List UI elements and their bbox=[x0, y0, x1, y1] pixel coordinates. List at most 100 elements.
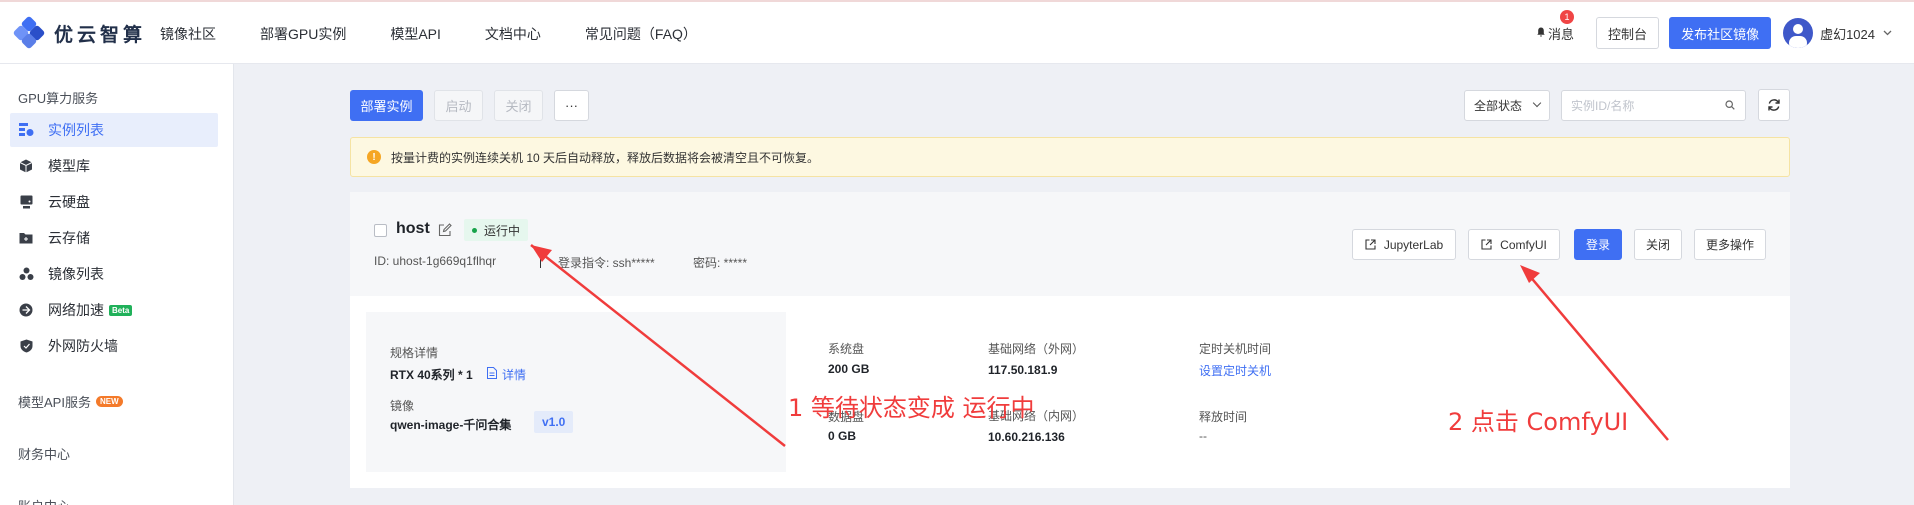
messages-label: 消息 bbox=[1548, 26, 1575, 42]
bell-icon bbox=[1537, 27, 1545, 40]
spec-value: RTX 40系列 * 1 bbox=[390, 368, 473, 382]
sidebar-item-label: 云存储 bbox=[48, 230, 90, 246]
password-field[interactable]: 密码: ***** bbox=[693, 254, 747, 271]
more-operations-button[interactable]: 更多操作 bbox=[1694, 229, 1766, 260]
nav-model-api[interactable]: 模型API bbox=[390, 24, 441, 44]
search-input[interactable] bbox=[1561, 90, 1746, 121]
search-icon[interactable] bbox=[1725, 100, 1735, 110]
instance-name: host bbox=[396, 220, 430, 237]
image-stack-icon bbox=[18, 266, 34, 282]
status-dot bbox=[472, 227, 477, 233]
instance-card-header: host 运行中 ID: uhost-1g669q1flhqr 登录指令: ss… bbox=[350, 192, 1790, 296]
console-button[interactable]: 控制台 bbox=[1596, 17, 1660, 49]
instance-card: host 运行中 ID: uhost-1g669q1flhqr 登录指令: ss… bbox=[350, 192, 1790, 488]
image-label: 镜像 bbox=[390, 399, 415, 413]
sidebar-item-label: 实例列表 bbox=[48, 122, 104, 138]
status-filter-select[interactable]: 全部状态 bbox=[1464, 90, 1550, 121]
external-link-icon bbox=[1365, 239, 1376, 250]
nav-deploy-gpu[interactable]: 部署GPU实例 bbox=[260, 24, 346, 44]
meta-divider bbox=[540, 254, 541, 268]
avatar bbox=[1783, 18, 1814, 48]
external-link-icon bbox=[1481, 239, 1492, 250]
image-version-badge: v1.0 bbox=[534, 411, 574, 433]
comfyui-button[interactable]: ComfyUI bbox=[1468, 229, 1560, 260]
private-ip-value[interactable]: 10.60.216.136 bbox=[988, 430, 1065, 444]
logo-cubes-icon bbox=[12, 15, 46, 50]
sidebar-item-label: 网络加速 bbox=[48, 302, 104, 318]
sidebar-group-label: 模型API服务 bbox=[18, 395, 91, 410]
model-cube-icon bbox=[18, 158, 34, 174]
document-icon bbox=[487, 367, 497, 379]
header-actions: 消息 1 控制台 发布社区镜像 虚幻1024 bbox=[1537, 9, 1892, 50]
system-disk-label: 系统盘 bbox=[828, 342, 865, 356]
nav-image-community[interactable]: 镜像社区 bbox=[160, 24, 216, 44]
spec-detail-link[interactable]: 详情 bbox=[502, 366, 526, 383]
warning-icon: ! bbox=[367, 150, 381, 164]
system-disk-value: 200 GB bbox=[828, 362, 870, 376]
instance-list-icon bbox=[18, 122, 34, 138]
status-filter-value: 全部状态 bbox=[1474, 99, 1523, 113]
brand-logo[interactable]: 优云智算 bbox=[12, 15, 146, 50]
sidebar-item-label: 镜像列表 bbox=[48, 266, 104, 282]
nav-docs[interactable]: 文档中心 bbox=[485, 24, 541, 44]
jupyterlab-button[interactable]: JupyterLab bbox=[1352, 229, 1456, 260]
shield-icon bbox=[18, 338, 34, 354]
sidebar-group-account[interactable]: 账户中心 bbox=[18, 496, 70, 505]
sidebar-group-model-api[interactable]: 模型API服务 NEW bbox=[18, 392, 123, 411]
beta-badge: Beta bbox=[109, 304, 133, 316]
release-time-value: -- bbox=[1199, 429, 1207, 443]
image-value: qwen-image-千问合集 bbox=[390, 418, 512, 432]
sidebar-group-finance[interactable]: 财务中心 bbox=[18, 444, 70, 463]
sidebar-item-network-acceleration[interactable]: 网络加速 Beta bbox=[10, 293, 218, 327]
sidebar-item-cloud-disk[interactable]: 云硬盘 bbox=[10, 185, 218, 219]
stop-button[interactable]: 关闭 bbox=[494, 90, 543, 121]
login-command[interactable]: 登录指令: ssh***** bbox=[558, 254, 655, 271]
spec-details-panel: 规格详情 RTX 40系列 * 1 详情 镜像 qwen-image-千问合集 … bbox=[366, 312, 786, 472]
disk-icon bbox=[18, 194, 34, 210]
refresh-button[interactable] bbox=[1758, 89, 1790, 121]
username: 虚幻1024 bbox=[1820, 26, 1875, 42]
edit-name-icon[interactable] bbox=[438, 223, 452, 237]
refresh-icon bbox=[1768, 99, 1780, 111]
sidebar-item-cloud-storage[interactable]: 云存储 bbox=[10, 221, 218, 255]
sidebar-item-firewall[interactable]: 外网防火墙 bbox=[10, 329, 218, 363]
sidebar-group-gpu: GPU算力服务 bbox=[18, 91, 99, 106]
spec-label: 规格详情 bbox=[390, 346, 439, 360]
sidebar-item-instance-list[interactable]: 实例列表 bbox=[10, 113, 218, 147]
jupyterlab-label: JupyterLab bbox=[1383, 237, 1444, 252]
release-notice-banner: ! 按量计费的实例连续关机 10 天后自动释放，释放后数据将会被清空且不可恢复。 bbox=[350, 137, 1790, 177]
annotation-step-2: 2 点击 ComfyUI bbox=[1448, 408, 1629, 436]
login-button[interactable]: 登录 bbox=[1574, 229, 1622, 260]
comfyui-label: ComfyUI bbox=[1500, 237, 1547, 252]
sidebar-item-label: 外网防火墙 bbox=[48, 338, 118, 354]
close-instance-button[interactable]: 关闭 bbox=[1634, 229, 1682, 260]
sidebar-item-label: 云硬盘 bbox=[48, 194, 90, 210]
data-disk-value: 0 GB bbox=[828, 429, 857, 443]
publish-image-button[interactable]: 发布社区镜像 bbox=[1669, 17, 1772, 49]
main-nav: 镜像社区 部署GPU实例 模型API 文档中心 常见问题（FAQ） bbox=[160, 2, 741, 66]
folder-icon bbox=[18, 230, 34, 246]
nav-faq[interactable]: 常见问题（FAQ） bbox=[585, 24, 697, 44]
public-ip-value[interactable]: 117.50.181.9 bbox=[988, 363, 1057, 377]
chevron-down-icon bbox=[1532, 98, 1542, 108]
network-speed-icon bbox=[18, 302, 34, 318]
sidebar-item-label: 模型库 bbox=[48, 158, 90, 174]
user-menu[interactable]: 虚幻1024 bbox=[1783, 18, 1892, 48]
messages-count-badge: 1 bbox=[1560, 9, 1575, 24]
release-time-label: 释放时间 bbox=[1199, 410, 1248, 424]
status-badge: 运行中 bbox=[464, 219, 529, 241]
sidebar-item-image-list[interactable]: 镜像列表 bbox=[10, 257, 218, 291]
more-actions-button[interactable]: ··· bbox=[554, 90, 589, 121]
status-text: 运行中 bbox=[484, 223, 521, 238]
scheduled-shutdown-label: 定时关机时间 bbox=[1199, 342, 1272, 356]
public-network-label: 基础网络（外网） bbox=[988, 342, 1085, 356]
messages-button[interactable]: 消息 1 bbox=[1537, 9, 1575, 43]
sidebar-item-model-library[interactable]: 模型库 bbox=[10, 149, 218, 183]
start-button[interactable]: 启动 bbox=[434, 90, 483, 121]
set-scheduled-shutdown-link[interactable]: 设置定时关机 bbox=[1199, 362, 1271, 379]
instance-id: ID: uhost-1g669q1flhqr bbox=[374, 254, 497, 268]
new-badge: NEW bbox=[95, 396, 123, 407]
instance-select-checkbox[interactable] bbox=[374, 224, 387, 237]
deploy-instance-button[interactable]: 部署实例 bbox=[350, 90, 423, 121]
sidebar: GPU算力服务 实例列表 模型库 云硬盘 云存储 镜像列表 网络加速 Beta … bbox=[0, 64, 234, 505]
